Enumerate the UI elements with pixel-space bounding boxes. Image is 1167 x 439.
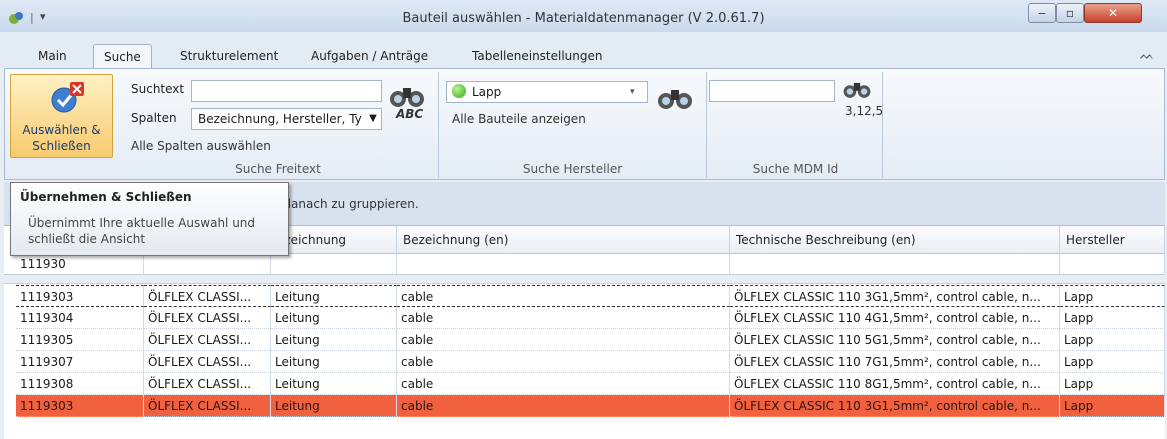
filter-cell-id[interactable]: 111930 (16, 254, 144, 274)
column-header-bezeichnung-en[interactable]: Bezeichnung (en) (397, 226, 730, 254)
maximize-button[interactable]: ▫ (1056, 3, 1084, 23)
alle-spalten-auswaehlen-link[interactable]: Alle Spalten auswählen (131, 139, 271, 153)
table-cell-bezeichnung-en[interactable]: cable (397, 373, 730, 395)
table-cell-id[interactable]: 1119305 (16, 329, 144, 351)
suchtext-input[interactable] (191, 80, 382, 102)
minimize-button[interactable]: ‒ (1028, 3, 1056, 23)
table-cell-bezeichnung[interactable]: Leitung (271, 329, 397, 351)
table-cell-bezeichnung-en[interactable]: cable (397, 351, 730, 373)
tab-tabelleneinstellungen[interactable]: Tabelleneinstellungen (462, 44, 613, 68)
close-button[interactable]: ✕ (1084, 3, 1142, 23)
filter-cell-hersteller[interactable] (1060, 254, 1165, 274)
table-cell-bezeichnung-en[interactable]: cable (397, 395, 730, 417)
checkmark-close-icon (51, 82, 84, 113)
table-cell-hersteller[interactable]: Lapp (1060, 329, 1165, 351)
table-cell-bezeichnung-en[interactable]: cable (397, 307, 730, 329)
table-cell-name[interactable]: ÖLFLEX CLASSI... (144, 395, 271, 417)
table-cell-id[interactable]: 1119307 (16, 351, 144, 373)
tab-main[interactable]: Main (28, 44, 77, 68)
window-title: Bauteil auswählen - Materialdatenmanager… (402, 11, 765, 26)
spalten-select[interactable]: Bezeichnung, Hersteller, Ty (191, 108, 382, 130)
table-cell-name[interactable]: ÖLFLEX CLASSI... (144, 329, 271, 351)
column-header-bezeichnung[interactable]: ezeichnung (271, 226, 397, 254)
group-label-suche-freitext: Suche Freitext (235, 162, 321, 176)
group-label-suche-hersteller: Suche Hersteller (522, 162, 623, 176)
table-cell-hersteller[interactable]: Lapp (1060, 285, 1165, 307)
column-header-technische-beschreibung-en[interactable]: Technische Beschreibung (en) (730, 226, 1060, 254)
binoculars-icon[interactable] (842, 78, 872, 102)
table-cell-name[interactable]: ÖLFLEX CLASSI... (144, 307, 271, 329)
table-cell-hersteller[interactable]: Lapp (1060, 307, 1165, 329)
table-cell-id[interactable]: 1119303 (16, 395, 144, 417)
table-cell-name[interactable]: ÖLFLEX CLASSI... (144, 351, 271, 373)
status-dot-icon (452, 84, 466, 98)
table-cell-technische-beschreibung[interactable]: ÖLFLEX CLASSIC 110 3G1,5mm², control cab… (730, 285, 1060, 307)
group-by-hint: n danach zu gruppieren. (272, 197, 419, 211)
tab-strukturelement[interactable]: Strukturelement (170, 44, 288, 68)
table-cell-technische-beschreibung[interactable]: ÖLFLEX CLASSIC 110 7G1,5mm², control cab… (730, 351, 1060, 373)
column-header-hersteller[interactable]: Hersteller (1060, 226, 1165, 254)
table-cell-bezeichnung-en[interactable]: cable (397, 329, 730, 351)
abc-label: ABC (396, 107, 424, 121)
table-cell-bezeichnung[interactable]: Leitung (271, 285, 397, 307)
binoculars-icon[interactable] (656, 84, 694, 114)
table-cell-bezeichnung[interactable]: Leitung (271, 373, 397, 395)
mdm-id-input[interactable] (709, 80, 835, 102)
suchtext-label: Suchtext (131, 82, 185, 96)
filter-cell-bezeichnung[interactable] (271, 254, 397, 274)
table-cell-technische-beschreibung[interactable]: ÖLFLEX CLASSIC 110 3G1,5mm², control cab… (730, 395, 1060, 417)
chevron-down-icon[interactable]: ▼ (366, 109, 380, 129)
filter-cell-bezeichnung-en[interactable] (397, 254, 730, 274)
alle-bauteile-anzeigen-link[interactable]: Alle Bauteile anzeigen (452, 112, 586, 126)
table-cell-bezeichnung[interactable]: Leitung (271, 307, 397, 329)
table-cell-bezeichnung[interactable]: Leitung (271, 395, 397, 417)
filter-cell-name[interactable] (144, 254, 271, 274)
hersteller-select-value: Lapp (472, 85, 502, 99)
tooltip-title: Übernehmen & Schließen (20, 190, 192, 204)
spalten-label: Spalten (131, 111, 177, 125)
group-separator (438, 72, 439, 178)
chevron-down-icon[interactable]: ▾ (630, 81, 635, 103)
table-cell-name[interactable]: ÖLFLEX CLASSI... (144, 373, 271, 395)
table-cell-technische-beschreibung[interactable]: ÖLFLEX CLASSIC 110 8G1,5mm², control cab… (730, 373, 1060, 395)
table-cell-bezeichnung[interactable]: Leitung (271, 351, 397, 373)
table-cell-hersteller[interactable]: Lapp (1060, 351, 1165, 373)
table-cell-hersteller[interactable]: Lapp (1060, 373, 1165, 395)
ribbon-collapse-icon[interactable]: ᨓ (1140, 48, 1154, 63)
mdm-id-hint: 3,12,5 (845, 104, 884, 118)
filter-row-separator (4, 274, 1165, 284)
group-separator (882, 72, 883, 178)
group-separator (706, 72, 707, 178)
filter-cell-technische-beschreibung[interactable] (730, 254, 1060, 274)
table-cell-id[interactable]: 1119308 (16, 373, 144, 395)
tab-suche[interactable]: Suche (93, 44, 152, 68)
tooltip-body: Übernimmt Ihre aktuelle Auswahl und schl… (28, 216, 256, 246)
table-cell-id[interactable]: 1119304 (16, 307, 144, 329)
table-cell-bezeichnung-en[interactable]: cable (397, 285, 730, 307)
tab-aufgaben-antraege[interactable]: Aufgaben / Anträge (301, 44, 438, 68)
table-cell-technische-beschreibung[interactable]: ÖLFLEX CLASSIC 110 5G1,5mm², control cab… (730, 329, 1060, 351)
table-cell-name[interactable]: ÖLFLEX CLASSI... (144, 285, 271, 307)
group-label-suche-mdm-id: Suche MDM Id (752, 162, 839, 176)
table-cell-hersteller[interactable]: Lapp (1060, 395, 1165, 417)
select-and-close-label: Auswählen & Schließen (22, 123, 101, 153)
table-cell-id[interactable]: 1119303 (16, 285, 144, 307)
table-cell-technische-beschreibung[interactable]: ÖLFLEX CLASSIC 110 4G1,5mm², control cab… (730, 307, 1060, 329)
